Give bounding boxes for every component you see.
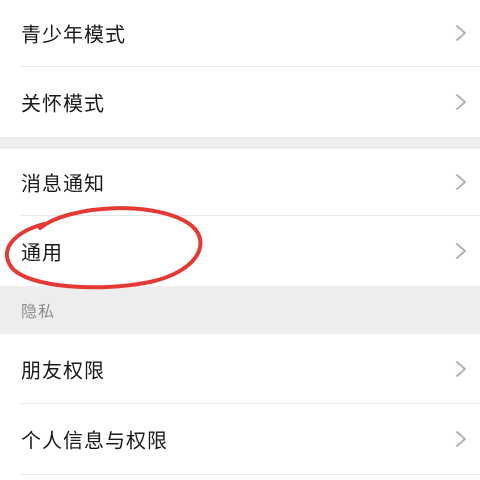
settings-item-teen-mode[interactable]: 青少年模式: [0, 0, 480, 66]
section-gap: [0, 137, 480, 149]
privacy-section-header: 隐私: [0, 286, 480, 334]
section-title: 隐私: [21, 302, 56, 321]
settings-item-friend-permissions[interactable]: 朋友权限: [0, 334, 480, 403]
settings-item-personal-info[interactable]: 个人信息与权限: [0, 404, 480, 474]
settings-item-care-mode[interactable]: 关怀模式: [0, 67, 480, 137]
chevron-right-icon: [456, 174, 466, 190]
settings-item-notifications[interactable]: 消息通知: [0, 149, 480, 215]
chevron-right-icon: [456, 243, 466, 259]
chevron-right-icon: [456, 94, 466, 110]
chevron-right-icon: [456, 360, 466, 377]
settings-item-label: 个人信息与权限: [21, 428, 168, 453]
settings-item-label: 消息通知: [21, 171, 105, 196]
settings-item-label: 青少年模式: [21, 22, 126, 47]
settings-item-label: 朋友权限: [21, 358, 105, 382]
row-divider: [21, 474, 480, 475]
chevron-right-icon: [456, 431, 466, 447]
settings-item-label: 通用: [21, 240, 63, 265]
chevron-right-icon: [456, 25, 466, 41]
settings-item-label: 关怀模式: [21, 91, 105, 116]
settings-item-general[interactable]: 通用: [0, 216, 480, 286]
